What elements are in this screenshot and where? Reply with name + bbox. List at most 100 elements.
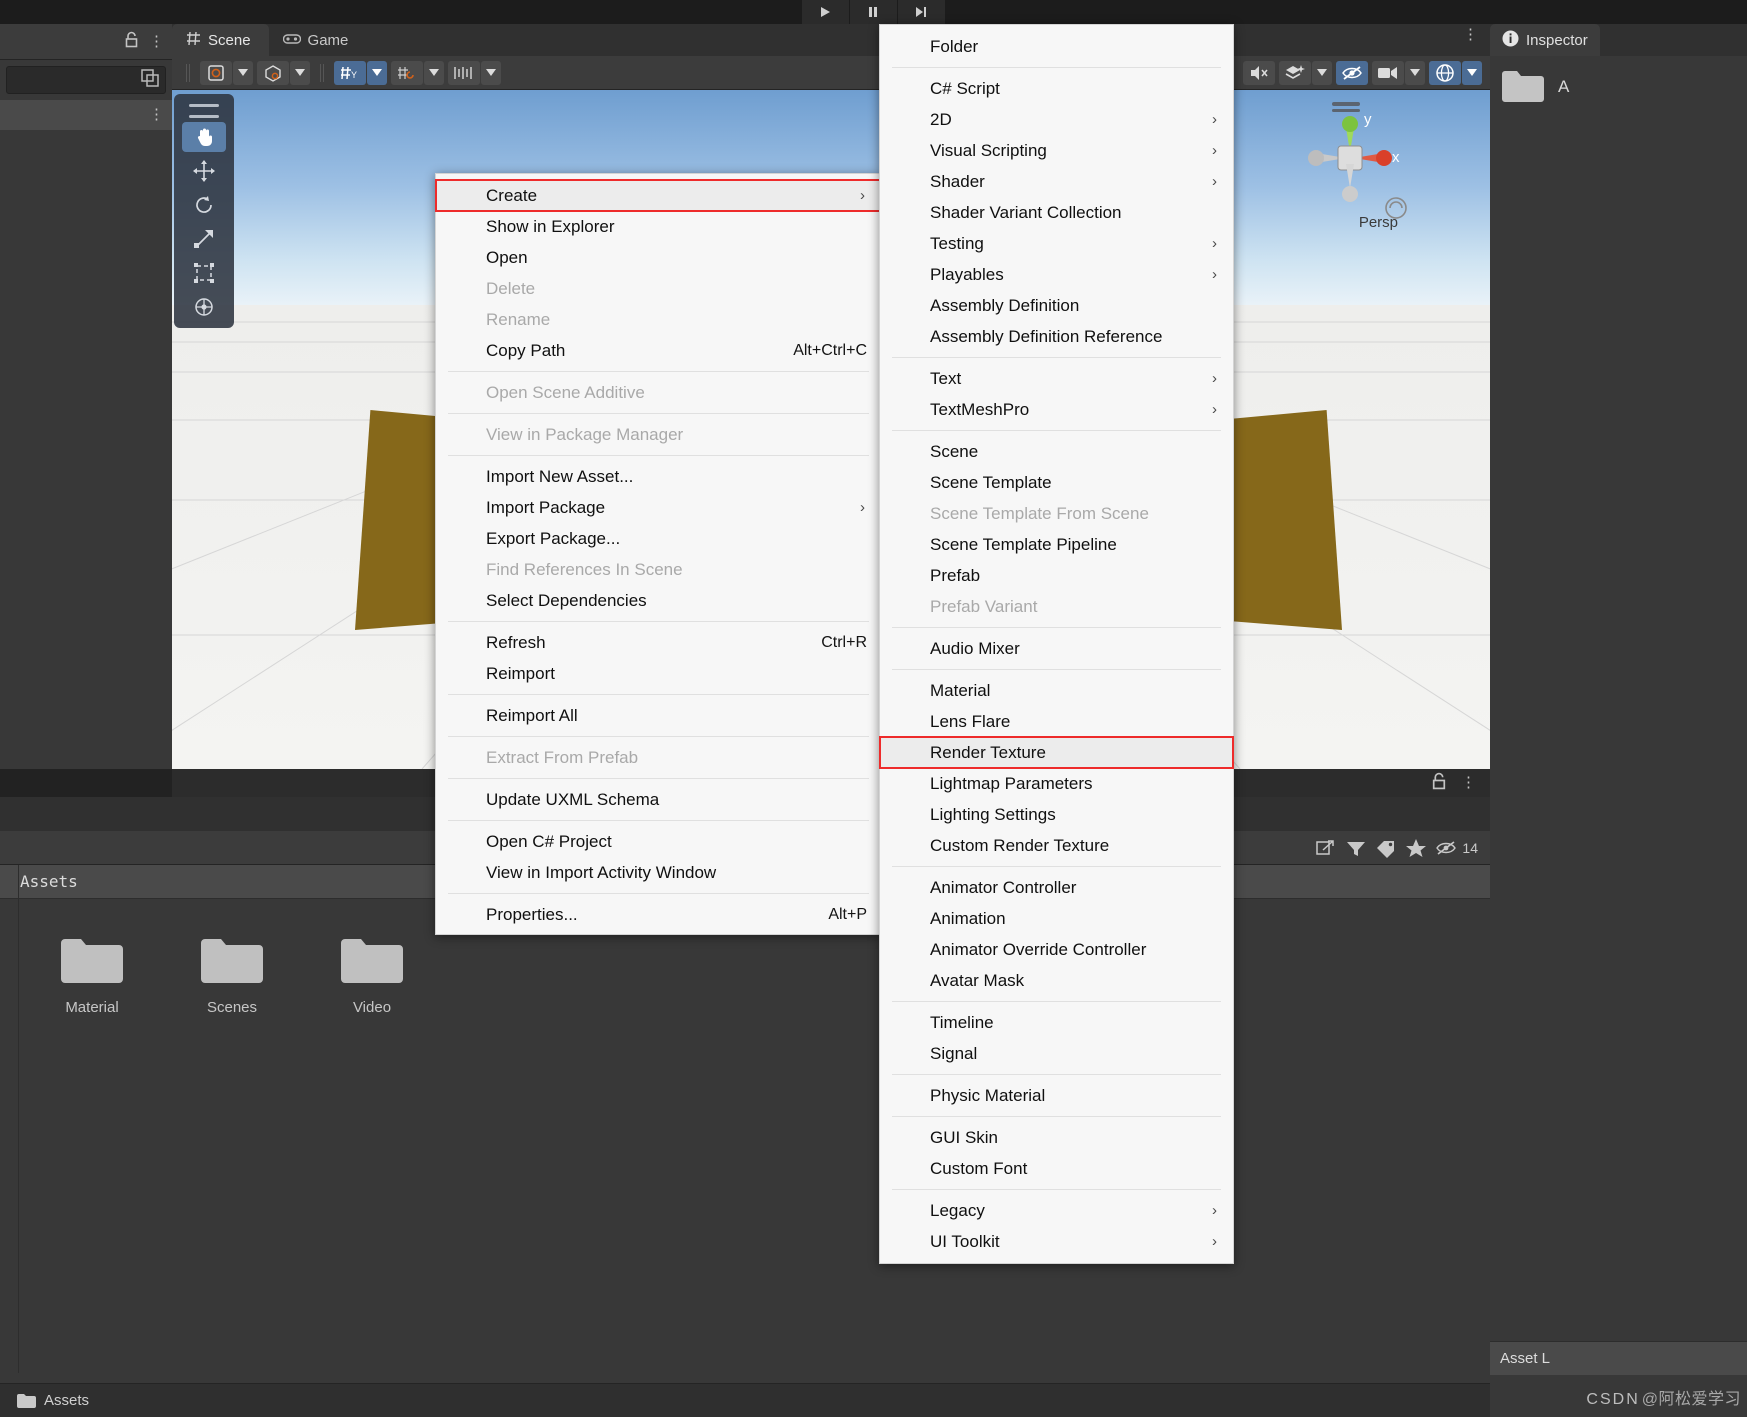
create-item-lens-flare[interactable]: Lens Flare (880, 706, 1233, 737)
menu-item-select-dependencies[interactable]: Select Dependencies (436, 585, 881, 616)
create-item-scene[interactable]: Scene (880, 436, 1233, 467)
create-item-text[interactable]: Text › (880, 363, 1233, 394)
asset-context-menu[interactable]: Create › Show in Explorer Open Delete Rename C… (435, 173, 882, 935)
menu-item-show-in-explorer[interactable]: Show in Explorer (436, 211, 881, 242)
gizmo-projection-label[interactable]: Persp (1359, 214, 1398, 231)
create-item-gui-skin[interactable]: GUI Skin (880, 1122, 1233, 1153)
scale-tool-button[interactable] (182, 224, 226, 254)
tab-scene[interactable]: Scene (172, 24, 269, 56)
rotate-tool-button[interactable] (182, 190, 226, 220)
menu-item-reimport-all[interactable]: Reimport All (436, 700, 881, 731)
2d-toggle-button[interactable]: Y (334, 60, 366, 85)
snap-grid-dropdown-icon[interactable] (424, 60, 444, 85)
shading-mode-button[interactable] (257, 60, 289, 85)
menu-item-create[interactable]: Create › (435, 179, 882, 212)
move-tool-button[interactable] (182, 156, 226, 186)
create-item-avatar-mask[interactable]: Avatar Mask (880, 965, 1233, 996)
tab-inspector[interactable]: Inspector (1490, 24, 1600, 56)
shading-dropdown-icon[interactable] (290, 60, 310, 85)
menu-item-import-package[interactable]: Import Package › (436, 492, 881, 523)
create-item-playables[interactable]: Playables › (880, 259, 1233, 290)
hierarchy-scene-row[interactable]: ⋮ (0, 100, 172, 130)
row-kebab-icon[interactable]: ⋮ (149, 107, 164, 122)
draw-mode-button[interactable] (200, 60, 232, 85)
create-item-c-script[interactable]: C# Script (880, 73, 1233, 104)
tab-game[interactable]: Game (269, 24, 367, 56)
create-item-scene-template[interactable]: Scene Template (880, 467, 1233, 498)
project-column-split[interactable] (18, 865, 19, 1373)
gizmos-dropdown-icon[interactable] (1462, 60, 1482, 85)
expand-icon[interactable] (139, 67, 161, 94)
menu-item-copy-path[interactable]: Copy Path Alt+Ctrl+C (436, 335, 881, 366)
menu-item-import-new-asset[interactable]: Import New Asset... (436, 461, 881, 492)
snap-grid-button[interactable] (391, 60, 423, 85)
menu-item-view-in-import-activity-window[interactable]: View in Import Activity Window (436, 857, 881, 888)
create-item-2d[interactable]: 2D › (880, 104, 1233, 135)
asset-item-material[interactable]: Material (42, 935, 142, 1016)
scene-panel-kebab-icon[interactable]: ⋮ (1463, 27, 1478, 42)
menu-item-update-uxml-schema[interactable]: Update UXML Schema (436, 784, 881, 815)
tools-drag-handle-2[interactable] (189, 115, 219, 118)
create-item-animator-override-controller[interactable]: Animator Override Controller (880, 934, 1233, 965)
grid-snapping-dropdown-icon[interactable] (481, 60, 501, 85)
menu-item-reimport[interactable]: Reimport (436, 658, 881, 689)
2d-dropdown-icon[interactable] (367, 60, 387, 85)
create-item-lighting-settings[interactable]: Lighting Settings (880, 799, 1233, 830)
scene-cube-right[interactable] (1232, 410, 1342, 630)
create-item-physic-material[interactable]: Physic Material (880, 1080, 1233, 1111)
filter-icon[interactable] (1345, 838, 1367, 858)
asset-item-scenes[interactable]: Scenes (182, 935, 282, 1016)
scene-footer-kebab-icon[interactable]: ⋮ (1461, 775, 1476, 790)
asset-labels-bar[interactable]: Asset L (1490, 1341, 1747, 1375)
lock-icon[interactable] (124, 31, 139, 53)
create-item-shader[interactable]: Shader › (880, 166, 1233, 197)
menu-item-open-c-project[interactable]: Open C# Project (436, 826, 881, 857)
favorite-star-icon[interactable] (1405, 838, 1427, 858)
rect-tool-button[interactable] (182, 258, 226, 288)
menu-item-refresh[interactable]: Refresh Ctrl+R (436, 627, 881, 658)
gizmos-button[interactable] (1429, 60, 1461, 85)
create-item-prefab[interactable]: Prefab (880, 560, 1233, 591)
create-item-ui-toolkit[interactable]: UI Toolkit › (880, 1226, 1233, 1257)
scene-lock-icon[interactable] (1431, 772, 1447, 795)
hidden-objects-button[interactable] (1336, 60, 1368, 85)
label-tag-icon[interactable] (1375, 838, 1397, 858)
create-item-folder[interactable]: Folder (880, 31, 1233, 62)
transform-tool-button[interactable] (182, 292, 226, 322)
create-item-signal[interactable]: Signal (880, 1038, 1233, 1069)
create-item-legacy[interactable]: Legacy › (880, 1195, 1233, 1226)
effects-dropdown-icon[interactable] (1312, 60, 1332, 85)
create-item-shader-variant-collection[interactable]: Shader Variant Collection (880, 197, 1233, 228)
create-item-animation[interactable]: Animation (880, 903, 1233, 934)
create-item-lightmap-parameters[interactable]: Lightmap Parameters (880, 768, 1233, 799)
play-button[interactable] (801, 0, 850, 24)
scene-orientation-gizmo[interactable]: y x (1292, 100, 1412, 230)
menu-item-export-package[interactable]: Export Package... (436, 523, 881, 554)
menu-item-open[interactable]: Open (436, 242, 881, 273)
hand-tool-button[interactable] (182, 122, 226, 152)
pause-button[interactable] (849, 0, 898, 24)
hierarchy-kebab-icon[interactable]: ⋮ (149, 34, 164, 49)
create-item-custom-font[interactable]: Custom Font (880, 1153, 1233, 1184)
scene-camera-dropdown-icon[interactable] (1405, 60, 1425, 85)
grid-snapping-button[interactable] (448, 60, 480, 85)
create-item-timeline[interactable]: Timeline (880, 1007, 1233, 1038)
create-submenu[interactable]: Folder C# Script 2D › Visual Scripting › Shade… (879, 24, 1234, 1264)
audio-mute-button[interactable] (1243, 60, 1275, 85)
open-external-icon[interactable] (1315, 838, 1337, 858)
create-item-material[interactable]: Material (880, 675, 1233, 706)
asset-item-video[interactable]: Video (322, 935, 422, 1016)
create-item-animator-controller[interactable]: Animator Controller (880, 872, 1233, 903)
draw-mode-dropdown-icon[interactable] (233, 60, 253, 85)
create-item-assembly-definition-reference[interactable]: Assembly Definition Reference (880, 321, 1233, 352)
create-item-visual-scripting[interactable]: Visual Scripting › (880, 135, 1233, 166)
scene-camera-button[interactable] (1372, 60, 1404, 85)
create-item-assembly-definition[interactable]: Assembly Definition (880, 290, 1233, 321)
create-item-audio-mixer[interactable]: Audio Mixer (880, 633, 1233, 664)
create-item-scene-template-pipeline[interactable]: Scene Template Pipeline (880, 529, 1233, 560)
hierarchy-search-field[interactable] (6, 66, 166, 94)
tools-drag-handle[interactable] (189, 104, 219, 107)
create-item-custom-render-texture[interactable]: Custom Render Texture (880, 830, 1233, 861)
create-item-render-texture[interactable]: Render Texture (879, 736, 1234, 769)
create-item-textmeshpro[interactable]: TextMeshPro › (880, 394, 1233, 425)
